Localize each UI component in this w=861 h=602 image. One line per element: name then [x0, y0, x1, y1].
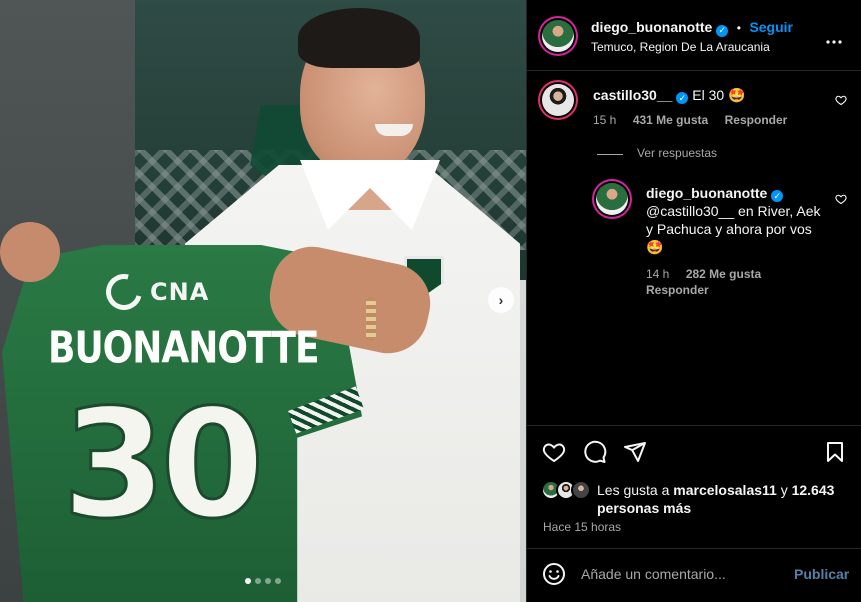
comment-body: castillo30__ ✓ El 30 🤩	[593, 86, 746, 104]
carousel-dot	[265, 578, 271, 584]
sponsor-text: CNA	[150, 278, 210, 306]
post-location[interactable]: Temuco, Region De La Araucania	[591, 40, 770, 54]
comment-input[interactable]	[581, 563, 781, 585]
emoji-button[interactable]	[541, 561, 567, 587]
replies-line	[597, 154, 623, 155]
publish-button[interactable]: Publicar	[794, 566, 849, 582]
reply-responder-button[interactable]: Responder	[646, 283, 709, 297]
jersey-name: BUONANOTTE	[48, 323, 320, 374]
reply-time: 14 h	[646, 267, 670, 281]
comment-meta: 15 h 431 Me gusta Responder	[593, 111, 787, 129]
carousel-dot	[275, 578, 281, 584]
likes-count[interactable]: 12.643	[792, 482, 835, 498]
comment-likes[interactable]: 431 Me gusta	[633, 113, 708, 127]
post-media[interactable]: CNA BUONANOTTE 30 ›	[0, 0, 526, 602]
likes-middle: y	[776, 482, 792, 498]
comment-bubble-icon	[584, 440, 607, 463]
commenter-avatar[interactable]	[542, 84, 574, 116]
post-header: diego_buonanotte ✓ • Seguir Temuco, Regio…	[527, 0, 861, 71]
more-options-icon[interactable]	[826, 28, 842, 49]
separator-dot: •	[736, 21, 741, 35]
chevron-right-icon: ›	[498, 292, 504, 308]
post-side-panel: diego_buonanotte ✓ • Seguir Temuco, Regio…	[526, 0, 861, 602]
verified-badge-icon: ✓	[716, 24, 729, 37]
like-button[interactable]	[541, 439, 567, 465]
emoji-icon	[543, 563, 565, 585]
likers-avatars[interactable]	[541, 480, 593, 502]
view-replies-button[interactable]: Ver respuestas	[637, 146, 717, 160]
divider	[527, 425, 861, 426]
author-avatar[interactable]	[542, 20, 574, 52]
heart-icon[interactable]	[835, 94, 847, 106]
author-username[interactable]: diego_buonanotte	[591, 19, 712, 35]
carousel-dot	[255, 578, 261, 584]
likes-suffix[interactable]: personas más	[597, 500, 691, 516]
carousel-next-button[interactable]: ›	[488, 287, 514, 313]
comment-button[interactable]	[582, 439, 608, 465]
carousel-indicators	[245, 578, 281, 584]
heart-icon	[542, 443, 566, 463]
commenter-username[interactable]: castillo30__	[593, 87, 672, 103]
player-smile	[375, 124, 413, 136]
comment-text: El 30 🤩	[692, 87, 746, 103]
verified-badge-icon: ✓	[676, 92, 689, 104]
share-button[interactable]	[622, 439, 648, 465]
left-hand	[0, 222, 60, 282]
bracelet	[366, 297, 376, 341]
jersey-sponsor: CNA	[99, 267, 216, 317]
reply-likes[interactable]: 282 Me gusta	[686, 267, 761, 281]
post-timestamp[interactable]: Hace 15 horas	[543, 520, 621, 534]
verified-badge-icon: ✓	[771, 190, 784, 202]
divider	[527, 548, 861, 549]
reply-button[interactable]: Responder	[725, 113, 788, 127]
liker-avatar	[571, 480, 591, 500]
reply-username[interactable]: diego_buonanotte	[646, 185, 767, 201]
reply-avatar[interactable]	[596, 183, 628, 215]
paper-plane-icon	[624, 442, 646, 462]
sponsor-logo-icon	[99, 267, 149, 317]
carousel-dot	[245, 578, 251, 584]
jersey-number: 30	[61, 377, 267, 554]
comment-time: 15 h	[593, 113, 617, 127]
reply-text: @castillo30__ en River, Aek y Pachuca y …	[646, 203, 821, 255]
bookmark-icon	[827, 442, 843, 462]
follow-button[interactable]: Seguir	[749, 19, 793, 35]
heart-icon[interactable]	[835, 193, 847, 205]
likes-prefix: Les gusta a	[597, 482, 674, 498]
save-button[interactable]	[822, 439, 848, 465]
author-line: diego_buonanotte ✓ • Seguir	[591, 19, 793, 37]
player-hair	[298, 8, 420, 68]
reply-meta: 14 h 282 Me gusta	[646, 265, 761, 283]
reply-body: diego_buonanotte ✓ @castillo30__ en River…	[646, 184, 821, 256]
liker-username[interactable]: marcelosalas11	[673, 482, 777, 498]
likes-summary: Les gusta a marcelosalas11 y 12.643 pers…	[597, 481, 847, 517]
